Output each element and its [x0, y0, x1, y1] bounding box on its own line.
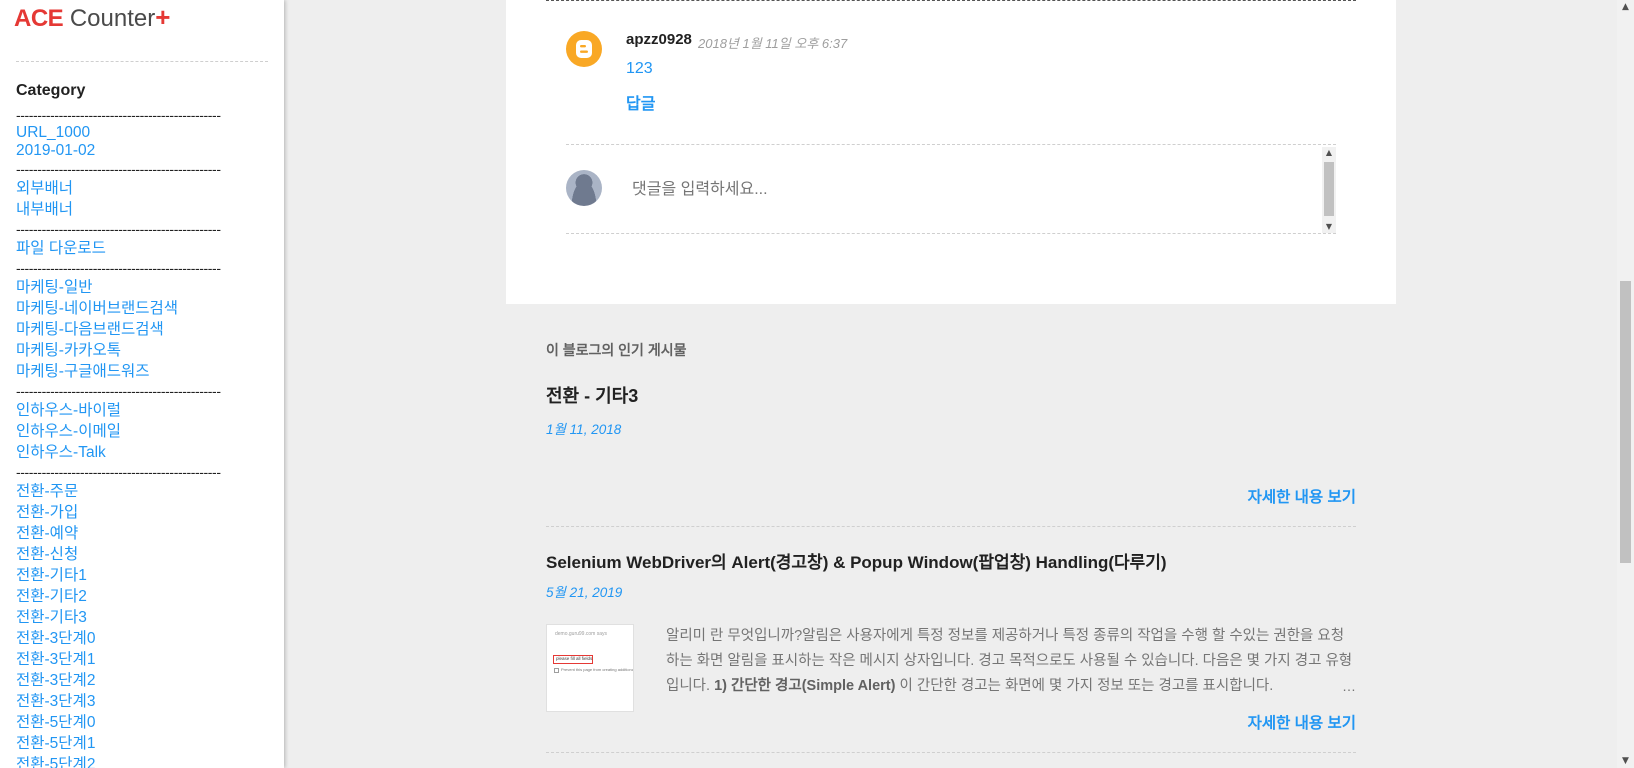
snippet-tail: 이 간단한 경고는 화면에 몇 가지 정보 또는 경고를 표시합니다.: [895, 678, 1274, 694]
read-more-link[interactable]: 자세한 내용 보기: [1248, 711, 1356, 733]
category-link[interactable]: 인하우스-Talk: [16, 442, 276, 463]
post-title[interactable]: Selenium WebDriver의 Alert(경고창) & Popup W…: [546, 548, 1167, 573]
category-link[interactable]: 전환-주문: [16, 481, 276, 502]
category-divider: ----------------------------------------…: [16, 107, 221, 123]
category-link[interactable]: 마케팅-일반: [16, 277, 276, 298]
category-link[interactable]: 내부배너: [16, 199, 276, 220]
category-link[interactable]: 인하우스-바이럴: [16, 400, 276, 421]
read-more-link[interactable]: 자세한 내용 보기: [1248, 485, 1356, 507]
category-link[interactable]: 마케팅-카카오톡: [16, 340, 276, 361]
category-title: Category: [16, 82, 86, 99]
comment-author[interactable]: apzz0928: [626, 31, 692, 48]
category-link[interactable]: 전환-5단계2: [16, 754, 276, 768]
reply-button[interactable]: 답글: [626, 90, 655, 114]
logo-plus: +: [155, 2, 171, 32]
comment-date[interactable]: 2018년 1월 11일 오후 6:37: [698, 33, 847, 52]
sidebar: ACE Counter+ Category ------------------…: [0, 0, 284, 768]
category-link[interactable]: 파일 다운로드: [16, 238, 276, 259]
category-divider: ----------------------------------------…: [16, 260, 221, 276]
category-link[interactable]: 전환-기타3: [16, 607, 276, 628]
thumb-alert-text: please fill all fields: [556, 656, 593, 661]
category-link[interactable]: 전환-3단계1: [16, 649, 276, 670]
page-scrollbar[interactable]: ▲ ▼: [1617, 0, 1634, 768]
category-link[interactable]: 전환-5단계1: [16, 733, 276, 754]
snippet-ellipsis: …: [1322, 674, 1356, 698]
category-link[interactable]: 전환-5단계0: [16, 712, 276, 733]
post-divider: [546, 526, 1356, 527]
post-title[interactable]: 전환 - 기타3: [546, 382, 638, 408]
category-divider: ----------------------------------------…: [16, 464, 221, 480]
blogger-icon: [566, 31, 602, 67]
category-link[interactable]: 전환-3단계0: [16, 628, 276, 649]
post-thumbnail[interactable]: demo.guru99.com says please fill all fie…: [546, 624, 634, 712]
popular-posts-heading: 이 블로그의 인기 게시물: [546, 342, 687, 358]
category-link[interactable]: 전환-기타1: [16, 565, 276, 586]
category-link[interactable]: 전환-신청: [16, 544, 276, 565]
category-link[interactable]: 마케팅-네이버브랜드검색: [16, 298, 276, 319]
thumb-checkbox-text: Prevent this page from creating addition…: [561, 667, 633, 672]
category-link[interactable]: 마케팅-다음브랜드검색: [16, 319, 276, 340]
page-scroll-down-icon[interactable]: ▼: [1617, 756, 1634, 766]
logo-ace: ACE: [14, 5, 64, 32]
page-scroll-thumb[interactable]: [1620, 281, 1631, 563]
category-link[interactable]: 2019-01-02: [16, 142, 276, 160]
category-divider: ----------------------------------------…: [16, 221, 221, 237]
comment-frame-scroll-thumb[interactable]: [1324, 162, 1334, 216]
blogger-b-icon: [576, 40, 592, 58]
comments-divider: [546, 0, 1356, 1]
category-link[interactable]: URL_1000: [16, 124, 276, 142]
post-snippet: 알리미 란 무엇입니까?알림은 사용자에게 특정 정보를 제공하거나 특정 종류…: [666, 624, 1356, 699]
category-divider: ----------------------------------------…: [16, 383, 221, 399]
scroll-up-arrow-icon[interactable]: ▲: [1322, 147, 1336, 159]
scroll-down-arrow-icon[interactable]: ▼: [1322, 221, 1336, 233]
post-date[interactable]: 1월 11, 2018: [546, 418, 621, 438]
category-list: ----------------------------------------…: [16, 106, 276, 768]
category-link[interactable]: 인하우스-이메일: [16, 421, 276, 442]
post-divider: [546, 752, 1356, 753]
category-link[interactable]: 외부배너: [16, 178, 276, 199]
category-link[interactable]: 전환-가입: [16, 502, 276, 523]
category-link[interactable]: 전환-예약: [16, 523, 276, 544]
category-link[interactable]: 전환-기타2: [16, 586, 276, 607]
category-divider: ----------------------------------------…: [16, 161, 221, 177]
reply-box: 댓글을 입력하세요... ▲ ▼: [566, 144, 1336, 234]
category-link[interactable]: 전환-3단계2: [16, 670, 276, 691]
user-avatar-icon: [566, 170, 602, 206]
thumb-domain: demo.guru99.com says: [555, 631, 607, 637]
ace-counter-logo[interactable]: ACE Counter+: [14, 2, 170, 34]
comment-frame-scrollbar[interactable]: ▲ ▼: [1322, 147, 1336, 233]
page-scroll-up-icon[interactable]: ▲: [1617, 2, 1634, 12]
logo-counter: Counter: [63, 5, 156, 32]
category-link[interactable]: 전환-3단계3: [16, 691, 276, 712]
comment-text: 123: [626, 60, 653, 77]
category-link[interactable]: 마케팅-구글애드워즈: [16, 361, 276, 382]
comments-card: apzz0928 2018년 1월 11일 오후 6:37 123 답글 댓글을…: [506, 0, 1396, 304]
thumb-checkbox: [554, 668, 559, 673]
comment-input[interactable]: 댓글을 입력하세요...: [632, 175, 768, 199]
post-date[interactable]: 5월 21, 2019: [546, 581, 622, 601]
sidebar-divider: [16, 61, 268, 62]
snippet-bold: 1) 간단한 경고(Simple Alert): [714, 678, 896, 694]
